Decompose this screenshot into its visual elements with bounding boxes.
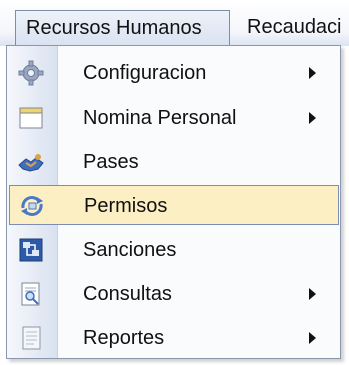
menu-item-label: Pases [83, 151, 139, 173]
window-icon [18, 105, 44, 131]
menu-item-label: Sanciones [83, 239, 177, 261]
submenu-arrow-icon [309, 67, 316, 79]
menu-recaudacion[interactable]: Recaudaci [247, 10, 349, 46]
menu-item-sanciones[interactable]: Sanciones [9, 230, 339, 270]
menu-item-label: Permisos [84, 195, 168, 217]
menu-item-label: Consultas [83, 283, 172, 305]
menu-item-label: Nomina Personal [83, 107, 237, 129]
menu-item-configuracion[interactable]: Configuracion [9, 53, 339, 93]
menu-item-consultas[interactable]: Consultas [9, 274, 339, 314]
menu-item-label: Configuracion [83, 62, 207, 84]
submenu-arrow-icon [309, 112, 316, 124]
menu-item-pases[interactable]: Pases [9, 142, 339, 182]
menu-recursos-humanos[interactable]: Recursos Humanos [15, 10, 230, 46]
menu-item-reportes[interactable]: Reportes [9, 318, 339, 358]
report-icon [18, 325, 44, 351]
gear-icon [18, 60, 44, 86]
menu-bar: Recursos Humanos Recaudaci [0, 0, 349, 46]
menu-item-nomina-personal[interactable]: Nomina Personal [9, 98, 339, 138]
search-doc-icon [18, 281, 44, 307]
menu-item-permisos[interactable]: Permisos [9, 185, 339, 225]
screenshot: Recursos Humanos Recaudaci Configuracion… [0, 0, 349, 365]
submenu-arrow-icon [309, 332, 316, 344]
handshake-icon [18, 149, 44, 175]
permission-icon [19, 193, 45, 219]
submenu-arrow-icon [309, 288, 316, 300]
recursos-humanos-dropdown: Configuracion Nomina Personal Pases Perm… [6, 45, 341, 359]
menu-item-label: Reportes [83, 327, 165, 349]
network-icon [18, 237, 44, 263]
